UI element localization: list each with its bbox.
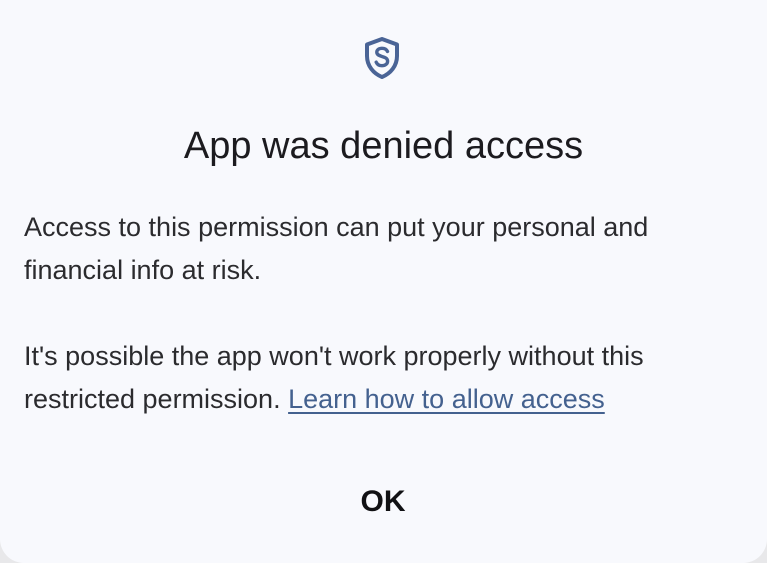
- permission-denied-dialog: App was denied access Access to this per…: [0, 0, 767, 563]
- risk-description: Access to this permission can put your p…: [24, 212, 649, 285]
- restriction-description: It's possible the app won't work properl…: [24, 335, 734, 421]
- dialog-title: App was denied access: [183, 125, 584, 167]
- shield-icon: [365, 37, 399, 79]
- ok-button[interactable]: OK: [327, 472, 439, 532]
- learn-how-to-allow-access-link[interactable]: Learn how to allow access: [288, 384, 605, 414]
